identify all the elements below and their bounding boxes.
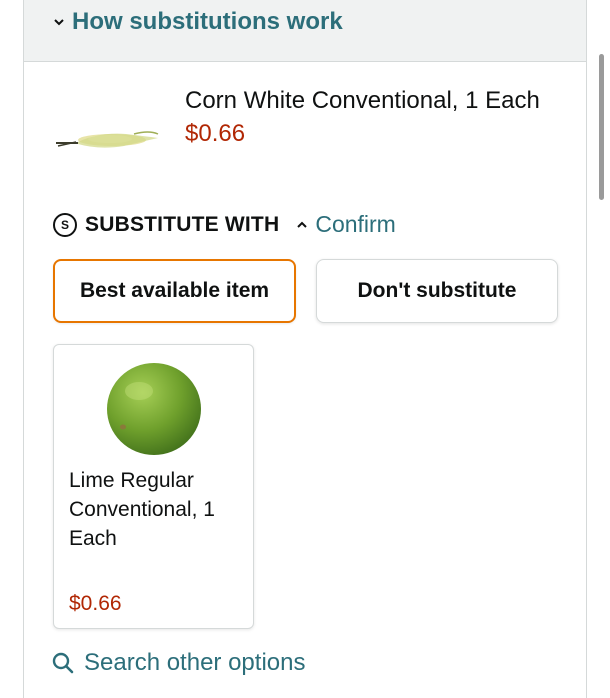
corn-image [56,131,159,148]
search-other-options-link[interactable]: Search other options [52,649,305,677]
original-item-title: Corn White Conventional, 1 Each [185,87,540,114]
substitution-panel: How substitutions work Corn White Conven… [23,0,587,698]
search-icon [52,652,74,674]
how-substitutions-header: How substitutions work [24,0,586,62]
chevron-down-icon [54,19,64,26]
substitute-with-row: S SUBSTITUTE WITH Confirm [53,211,396,238]
page: How substitutions work Corn White Conven… [0,0,610,698]
suggested-item-card[interactable]: Lime Regular Conventional, 1 Each $0.66 [53,344,254,629]
suggested-item-price: $0.66 [69,592,122,615]
substitute-with-label: SUBSTITUTE WITH [85,212,280,236]
scrollbar[interactable] [599,54,604,200]
confirm-link[interactable]: Confirm [295,211,396,238]
confirm-label: Confirm [315,211,396,237]
substitute-icon: S [53,212,77,237]
lime-image [107,363,201,455]
dont-substitute-button[interactable]: Don't substitute [316,259,558,323]
best-available-item-button[interactable]: Best available item [53,259,296,323]
search-other-options-label: Search other options [84,649,306,676]
suggested-item-title: Lime Regular Conventional, 1 Each [69,469,215,550]
how-substitutions-toggle[interactable]: How substitutions work [52,8,343,36]
chevron-up-icon [297,221,308,228]
how-substitutions-label: How substitutions work [72,8,343,35]
original-item-price: $0.66 [185,120,246,147]
